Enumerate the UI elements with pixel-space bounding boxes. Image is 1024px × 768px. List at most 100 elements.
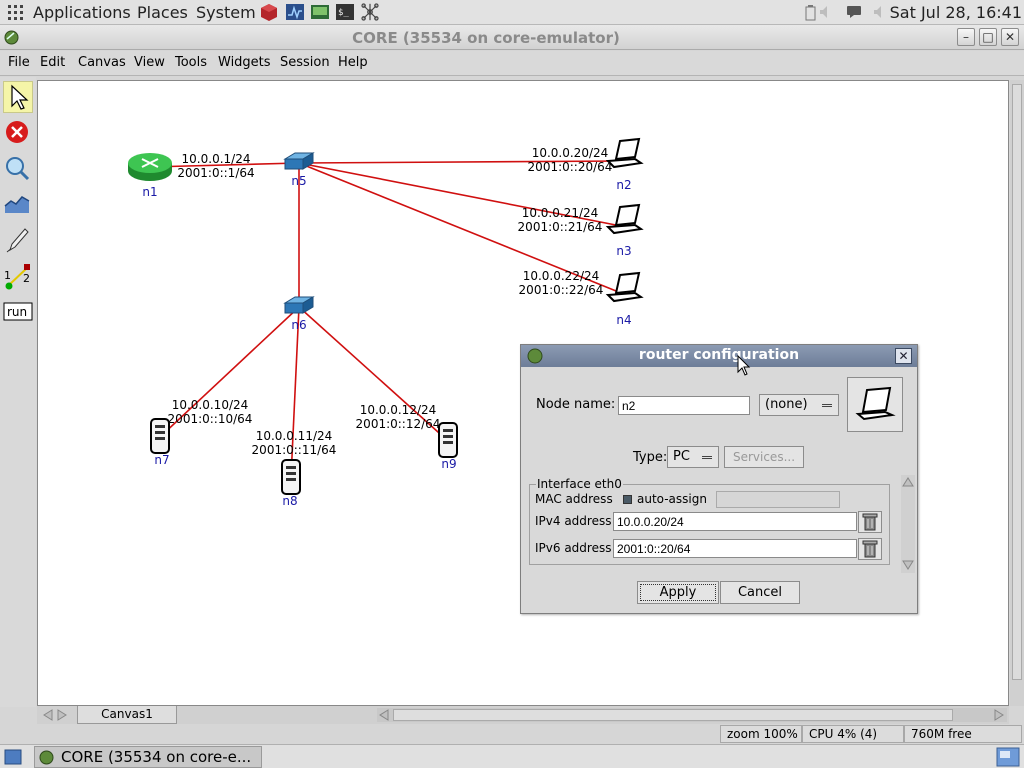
scroll-down-arrow-icon[interactable] (902, 559, 914, 571)
link-ipv6-label: 2001:0::11/64 (252, 443, 337, 457)
cancel-button[interactable]: Cancel (720, 581, 800, 604)
canvas-vertical-scrollbar[interactable] (1010, 80, 1024, 706)
taskbar-core-window[interactable]: CORE (35534 on core-e... (34, 746, 262, 768)
services-button[interactable]: Services... (724, 446, 804, 468)
menu-widgets[interactable]: Widgets (218, 55, 271, 70)
auto-assign-checkbox[interactable] (623, 495, 632, 504)
dialog-titlebar[interactable]: router configuration ✕ (521, 345, 917, 367)
maximize-button[interactable]: □ (979, 28, 997, 46)
menu-view[interactable]: View (134, 55, 165, 70)
system-monitor-launcher-icon[interactable] (285, 2, 305, 22)
scroll-left-arrow-icon[interactable] (378, 709, 390, 721)
node-n6-switch-icon[interactable] (283, 296, 315, 314)
node-icon-button[interactable] (847, 377, 903, 432)
bottom-taskbar: CORE (35534 on core-e... (0, 744, 1024, 768)
node-model-combo[interactable]: (none) (759, 394, 839, 416)
ipv4-address-label: IPv4 address (535, 514, 612, 528)
link-ipv6-label: 2001:0::12/64 (356, 417, 441, 431)
node-n3-pc-icon[interactable] (605, 203, 644, 235)
applications-menu[interactable]: Applications (33, 3, 131, 22)
node-name-label: n5 (291, 174, 306, 188)
node-name-label: n4 (616, 313, 631, 327)
draw-tool[interactable] (3, 225, 33, 257)
speaker-icon[interactable] (873, 5, 887, 19)
svg-text:1: 1 (4, 269, 11, 282)
node-n7-server-icon[interactable] (150, 418, 170, 454)
ipv6-delete-button[interactable] (858, 538, 882, 560)
link-ipv6-label: 2001:0::1/64 (177, 166, 254, 180)
menu-session[interactable]: Session (280, 55, 330, 70)
minimize-button[interactable]: – (957, 28, 975, 46)
menu-tools[interactable]: Tools (175, 55, 207, 70)
node-n8-server-icon[interactable] (281, 459, 301, 495)
places-menu[interactable]: Places (137, 3, 188, 22)
menu-help[interactable]: Help (338, 55, 368, 70)
mouse-cursor-icon (737, 355, 751, 376)
stop-tool[interactable] (3, 117, 33, 149)
workspace-switcher-icon[interactable] (996, 747, 1020, 767)
link-ipv6-label: 2001:0::10/64 (168, 412, 253, 426)
terminal-launcher-icon[interactable]: $_ (335, 2, 355, 22)
node-n4-pc-icon[interactable] (605, 271, 644, 303)
link-tool[interactable]: 1 2 (3, 261, 33, 293)
menu-edit[interactable]: Edit (40, 55, 65, 70)
laptop-icon (855, 386, 896, 421)
pencil-icon (6, 228, 29, 253)
show-desktop-icon[interactable] (4, 749, 22, 765)
tab-canvas1[interactable]: Canvas1 (77, 706, 177, 724)
canvas-horizontal-scrollbar[interactable] (377, 708, 1007, 722)
tab-scroll-arrows-icon[interactable] (40, 709, 70, 721)
magnifier-icon (6, 157, 30, 181)
close-window-button[interactable]: ✕ (1001, 28, 1019, 46)
scroll-right-arrow-icon[interactable] (993, 709, 1005, 721)
system-menu[interactable]: System (196, 3, 256, 22)
interface-legend: Interface eth0 (537, 477, 622, 491)
type-value: PC (673, 449, 690, 464)
auto-assign-label: auto-assign (637, 492, 707, 506)
dialog-scrollbar[interactable] (901, 475, 915, 573)
observer-tool[interactable] (3, 189, 33, 221)
ipv4-delete-button[interactable] (858, 511, 882, 533)
node-model-value: (none) (765, 397, 808, 412)
apps-grid-icon[interactable] (8, 5, 23, 20)
mac-address-input[interactable] (716, 491, 840, 508)
network-launcher-icon[interactable] (360, 2, 380, 22)
select-tool[interactable] (3, 81, 33, 113)
clock[interactable]: Sat Jul 28, 16:41 (890, 3, 1022, 22)
menu-file[interactable]: File (8, 55, 30, 70)
svg-text:$_: $_ (338, 8, 349, 18)
link-ipv6-label: 2001:0::22/64 (519, 283, 604, 297)
display-launcher-icon[interactable] (310, 2, 330, 22)
link-ipv4-label: 10.0.0.1/24 (182, 152, 251, 166)
mac-address-label: MAC address (535, 492, 613, 506)
canvas-tabbar: Canvas1 (37, 706, 1009, 724)
dialog-close-button[interactable]: ✕ (895, 348, 912, 364)
node-name-input[interactable] (618, 396, 750, 415)
link-nodes-icon: 1 2 (4, 264, 30, 290)
window-titlebar[interactable]: CORE (35534 on core-emulator) – □ ✕ (0, 25, 1024, 50)
node-n1-router-icon[interactable] (128, 153, 172, 181)
zoom-tool[interactable] (3, 153, 33, 185)
pointer-arrow-icon (11, 84, 29, 110)
combo-arrow-icon (822, 404, 832, 407)
type-combo[interactable]: PC (667, 446, 719, 468)
ipv4-address-input[interactable] (613, 512, 857, 531)
node-n2-pc-icon[interactable] (605, 137, 644, 169)
volume-muted-icon[interactable] (819, 5, 833, 19)
node-name-label: Node name: (536, 397, 616, 412)
chat-icon[interactable] (846, 5, 862, 19)
vertical-scroll-thumb[interactable] (1012, 84, 1022, 680)
menu-canvas[interactable]: Canvas (78, 55, 126, 70)
scroll-up-arrow-icon[interactable] (902, 476, 914, 488)
top-panel: Applications Places System $_ Sat Jul 28… (0, 0, 1024, 25)
status-bar: zoom 100% CPU 4% (4) 760M free (0, 724, 1024, 744)
red-cube-launcher-icon[interactable] (259, 2, 279, 22)
horizontal-scroll-thumb[interactable] (393, 709, 953, 721)
ipv6-address-input[interactable] (613, 539, 857, 558)
run-tool[interactable]: run (3, 297, 33, 329)
node-n9-server-icon[interactable] (438, 422, 458, 458)
link-ipv4-label: 10.0.0.12/24 (360, 403, 437, 417)
battery-icon[interactable] (805, 5, 817, 21)
link-ipv6-label: 2001:0::21/64 (518, 220, 603, 234)
apply-button[interactable]: Apply (637, 581, 719, 604)
